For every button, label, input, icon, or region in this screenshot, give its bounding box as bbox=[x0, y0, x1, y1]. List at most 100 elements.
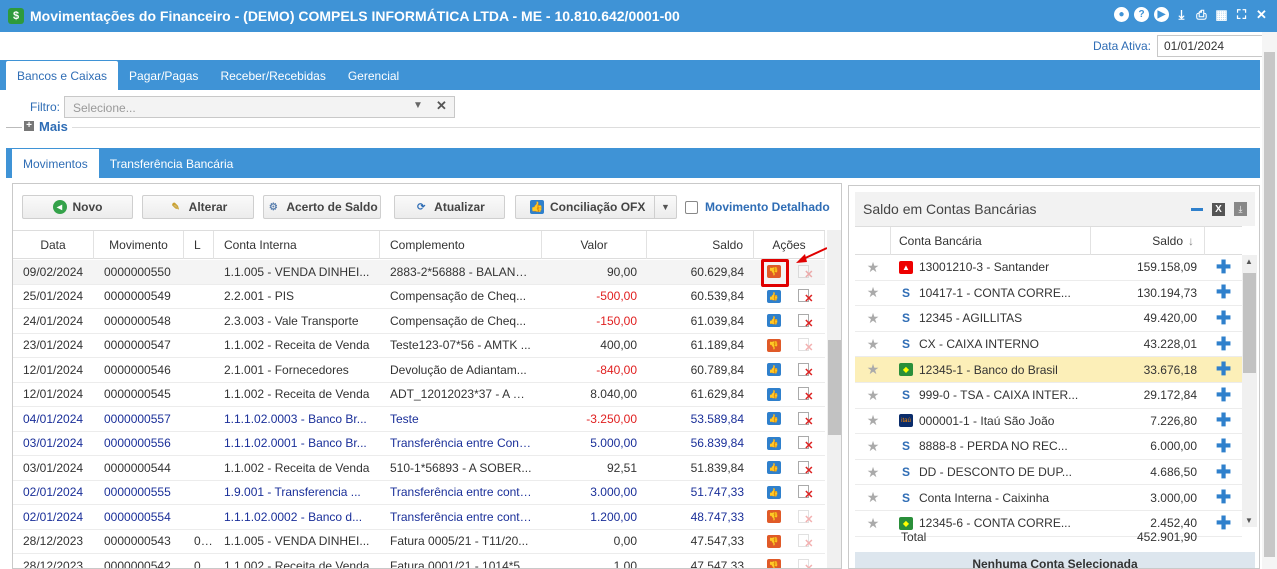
thumbs-up-icon[interactable]: 👍 bbox=[766, 485, 781, 499]
thumbs-up-icon[interactable]: 👍 bbox=[766, 387, 781, 401]
add-icon[interactable]: ✚ bbox=[1205, 436, 1242, 457]
add-icon[interactable]: ✚ bbox=[1205, 308, 1242, 329]
star-icon[interactable]: ★ bbox=[855, 336, 891, 353]
list-item[interactable]: ★ itaú 000001-1 - Itaú São João 7.226,80 ✚ bbox=[855, 409, 1242, 435]
delete-document-icon[interactable]: ✕ bbox=[797, 362, 814, 377]
col-l[interactable]: L bbox=[184, 231, 214, 259]
col-complemento[interactable]: Complemento bbox=[380, 231, 542, 259]
tab-pagar-pagas[interactable]: Pagar/Pagas bbox=[118, 61, 209, 90]
list-item[interactable]: ★ S 10417-1 - CONTA CORRE... 130.194,73 ✚ bbox=[855, 281, 1242, 307]
add-icon[interactable]: ✚ bbox=[1205, 257, 1242, 278]
delete-document-icon[interactable]: ✕ bbox=[797, 436, 814, 450]
table-row[interactable]: 09/02/2024 0000000550 1.1.005 - VENDA DINH… bbox=[13, 260, 825, 285]
list-item[interactable]: ★ S DD - DESCONTO DE DUP... 4.686,50 ✚ bbox=[855, 460, 1242, 486]
tab-bancos-e-caixas[interactable]: Bancos e Caixas bbox=[6, 61, 119, 90]
col-data[interactable]: Data bbox=[13, 231, 94, 259]
delete-document-icon[interactable]: ✕ bbox=[797, 264, 814, 279]
table-row[interactable]: 28/12/2023 0000000543 02 1.1.005 - VENDA DI… bbox=[13, 530, 825, 554]
help-icon[interactable]: ? bbox=[1134, 7, 1149, 22]
thumbs-down-icon[interactable]: 👎 bbox=[766, 510, 781, 524]
add-icon[interactable]: ✚ bbox=[1205, 334, 1242, 355]
tab-movimentos[interactable]: Movimentos bbox=[12, 149, 99, 178]
table-row[interactable]: 28/12/2023 0000000542 02 1.1.002 - Receita … bbox=[13, 554, 825, 568]
star-icon[interactable]: ★ bbox=[855, 438, 891, 455]
thumbs-up-icon[interactable]: 👍 bbox=[766, 289, 781, 303]
list-item[interactable]: ★ S 12345 - AGILLITAS 49.420,00 ✚ bbox=[855, 306, 1242, 332]
movimento-detalhado-checkbox[interactable] bbox=[685, 200, 698, 214]
download-icon[interactable]: ⤓ bbox=[1174, 7, 1189, 22]
col-saldo[interactable]: Saldo bbox=[647, 231, 754, 259]
list-item[interactable]: ★ S 8888-8 - PERDA NO REC... 6.000,00 ✚ bbox=[855, 434, 1242, 460]
star-icon[interactable]: ★ bbox=[855, 310, 891, 327]
grid-scrollbar[interactable] bbox=[827, 230, 841, 568]
expand-plus-icon[interactable]: + bbox=[24, 121, 34, 131]
tab-receber-recebidas[interactable]: Receber/Recebidas bbox=[209, 61, 336, 90]
table-row[interactable]: 12/01/2024 0000000545 1.1.002 - Receita de… bbox=[13, 383, 825, 407]
table-row[interactable]: 04/01/2024 0000000557 1.1.1.02.0003 - Banc… bbox=[13, 407, 825, 432]
thumbs-up-icon[interactable]: 👍 bbox=[766, 363, 781, 377]
record-icon[interactable]: ● bbox=[1114, 7, 1129, 22]
delete-document-icon[interactable]: ✕ bbox=[797, 387, 814, 401]
table-row[interactable]: 02/01/2024 0000000554 1.1.1.02.0002 - Banc… bbox=[13, 505, 825, 530]
play-icon[interactable]: ▶ bbox=[1154, 7, 1169, 22]
filter-select[interactable]: Selecione... bbox=[64, 96, 455, 118]
col-conta-interna[interactable]: Conta Interna bbox=[214, 231, 380, 259]
delete-document-icon[interactable]: ✕ bbox=[797, 411, 814, 426]
minimize-icon[interactable] bbox=[1191, 207, 1203, 211]
clear-filter-icon[interactable]: ✕ bbox=[436, 98, 447, 114]
scrollbar-thumb[interactable] bbox=[1264, 52, 1275, 557]
col-valor[interactable]: Valor bbox=[542, 231, 647, 259]
thumbs-down-icon[interactable]: 👎 bbox=[766, 534, 781, 548]
acerto-de-saldo-button[interactable]: ⚙ Acerto de Saldo bbox=[263, 195, 381, 219]
data-ativa-input[interactable]: 01/01/2024 bbox=[1157, 35, 1277, 57]
close-icon[interactable]: ✕ bbox=[1254, 7, 1269, 22]
add-icon[interactable]: ✚ bbox=[1205, 410, 1242, 431]
delete-document-icon[interactable]: ✕ bbox=[797, 338, 814, 352]
add-icon[interactable]: ✚ bbox=[1205, 282, 1242, 303]
excel-icon[interactable]: X bbox=[1212, 202, 1225, 216]
mais-toggle[interactable]: Mais bbox=[39, 119, 68, 134]
star-icon[interactable]: ★ bbox=[855, 361, 891, 378]
star-icon[interactable]: ★ bbox=[855, 489, 891, 506]
list-item[interactable]: ★ ▲ 13001210-3 - Santander 159.158,09 ✚ bbox=[855, 255, 1242, 281]
list-item[interactable]: ★ S 999-0 - TSA - CAIXA INTER... 29.172,84 ✚ bbox=[855, 383, 1242, 409]
thumbs-up-icon[interactable]: 👍 bbox=[766, 314, 781, 328]
chevron-down-icon[interactable]: ▼ bbox=[654, 196, 676, 218]
add-icon[interactable]: ✚ bbox=[1205, 487, 1242, 508]
list-item[interactable]: ★ S CX - CAIXA INTERNO 43.228,01 ✚ bbox=[855, 332, 1242, 358]
delete-document-icon[interactable]: ✕ bbox=[797, 313, 814, 328]
thumbs-up-icon[interactable]: 👍 bbox=[766, 412, 781, 426]
thumbs-down-icon[interactable]: 👎 bbox=[766, 338, 781, 352]
add-icon[interactable]: ✚ bbox=[1205, 359, 1242, 380]
list-item[interactable]: ★ S Conta Interna - Caixinha 3.000,00 ✚ bbox=[855, 485, 1242, 511]
chevron-down-icon[interactable]: ▼ bbox=[413, 100, 423, 111]
thumbs-down-icon[interactable]: 👎 bbox=[766, 559, 781, 568]
table-row[interactable]: 23/01/2024 0000000547 1.1.002 - Receita de… bbox=[13, 334, 825, 358]
atualizar-button[interactable]: ⟳ Atualizar bbox=[394, 195, 505, 219]
col-conta-bancaria[interactable]: Conta Bancária bbox=[891, 226, 1091, 255]
star-icon[interactable]: ★ bbox=[855, 259, 891, 276]
list-item[interactable]: ★ ◆ 12345-1 - Banco do Brasil 33.676,18 ✚ bbox=[855, 357, 1242, 383]
scrollbar-thumb[interactable] bbox=[828, 340, 841, 435]
thumbs-up-icon[interactable]: 👍 bbox=[766, 461, 781, 475]
movimento-detalhado-toggle[interactable]: Movimento Detalhado bbox=[685, 200, 830, 214]
table-row[interactable]: 12/01/2024 0000000546 2.1.001 - Fornecedor… bbox=[13, 358, 825, 383]
star-icon[interactable]: ★ bbox=[855, 387, 891, 404]
delete-document-icon[interactable]: ✕ bbox=[797, 509, 814, 524]
pdf-icon[interactable]: ⤓ bbox=[1234, 202, 1247, 216]
star-icon[interactable]: ★ bbox=[855, 412, 891, 429]
calendar-icon[interactable]: ▦ bbox=[1214, 7, 1229, 22]
scroll-down-icon[interactable]: ▼ bbox=[1245, 516, 1253, 525]
delete-document-icon[interactable]: ✕ bbox=[797, 558, 814, 568]
novo-button[interactable]: ◂ Novo bbox=[22, 195, 133, 219]
tab-transferencia-bancaria[interactable]: Transferência Bancária bbox=[99, 149, 245, 178]
table-row[interactable]: 02/01/2024 0000000555 1.9.001 - Transferen… bbox=[13, 481, 825, 505]
saldo-scrollbar[interactable]: ▲ ▼ bbox=[1242, 255, 1257, 527]
table-row[interactable]: 25/01/2024 0000000549 2.2.001 - PIS Compens… bbox=[13, 285, 825, 309]
table-row[interactable]: 24/01/2024 0000000548 2.3.003 - Vale Trans… bbox=[13, 309, 825, 334]
col-saldo-sorted[interactable]: Saldo ↓ bbox=[1091, 226, 1205, 255]
table-row[interactable]: 03/01/2024 0000000544 1.1.002 - Receita de… bbox=[13, 456, 825, 481]
scroll-up-icon[interactable]: ▲ bbox=[1245, 257, 1253, 266]
delete-document-icon[interactable]: ✕ bbox=[797, 460, 814, 475]
delete-document-icon[interactable]: ✕ bbox=[797, 289, 814, 303]
